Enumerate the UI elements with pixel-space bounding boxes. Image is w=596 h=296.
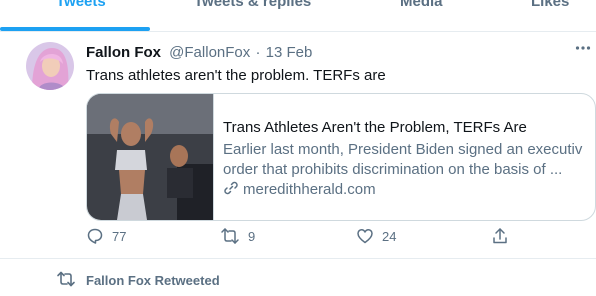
tab-likes[interactable]: Likes <box>531 0 569 10</box>
card-description-line: Earlier last month, President Biden sign… <box>223 141 583 158</box>
tweet-header: Fallon Fox @FallonFox · 13 Feb <box>86 44 312 61</box>
reply-count: 77 <box>112 229 127 244</box>
tweet-text: Trans athletes aren't the problem. TERFs… <box>86 67 386 84</box>
share-icon <box>493 228 507 244</box>
reply-button[interactable]: 77 <box>86 227 126 245</box>
active-tab-indicator <box>0 27 150 31</box>
more-horizontal-icon[interactable] <box>575 40 591 60</box>
avatar[interactable] <box>26 42 74 90</box>
share-button[interactable] <box>491 227 517 245</box>
tab-media[interactable]: Media <box>400 0 443 10</box>
retweet-context[interactable]: Fallon Fox Retweeted <box>0 259 596 296</box>
card-thumbnail <box>87 94 214 220</box>
tab-tweets-and-replies[interactable]: Tweets & replies <box>194 0 311 10</box>
meta-separator: · <box>255 44 261 61</box>
tweet[interactable]: Fallon Fox @FallonFox · 13 Feb Trans ath… <box>0 32 596 259</box>
profile-tabs: Tweets Tweets & replies Media Likes <box>0 0 596 32</box>
like-count: 24 <box>382 229 397 244</box>
retweeted-label[interactable]: Fallon Fox Retweeted <box>86 273 220 288</box>
card-domain: meredithherald.com <box>223 180 376 198</box>
tab-tweets[interactable]: Tweets <box>56 0 106 10</box>
retweet-button[interactable]: 9 <box>220 227 255 245</box>
card-description: Earlier last month, President Biden sign… <box>223 140 583 180</box>
heart-icon <box>357 229 373 244</box>
card-title: Trans Athletes Aren't the Problem, TERFs… <box>223 119 527 136</box>
author-handle[interactable]: @FallonFox <box>169 44 250 61</box>
tweet-date[interactable]: 13 Feb <box>266 44 313 61</box>
card-domain-text: meredithherald.com <box>243 181 376 198</box>
like-button[interactable]: 24 <box>356 227 396 245</box>
author-name[interactable]: Fallon Fox <box>86 44 161 61</box>
link-icon <box>224 181 238 195</box>
retweet-count: 9 <box>248 229 256 244</box>
tweet-actions: 77 9 24 <box>86 227 507 247</box>
retweet-icon <box>56 271 76 292</box>
card-description-line: order that prohibits discrimination on t… <box>223 161 563 178</box>
retweet-icon <box>221 228 239 244</box>
reply-icon <box>87 228 103 244</box>
link-preview-card[interactable]: Trans Athletes Aren't the Problem, TERFs… <box>86 93 596 221</box>
